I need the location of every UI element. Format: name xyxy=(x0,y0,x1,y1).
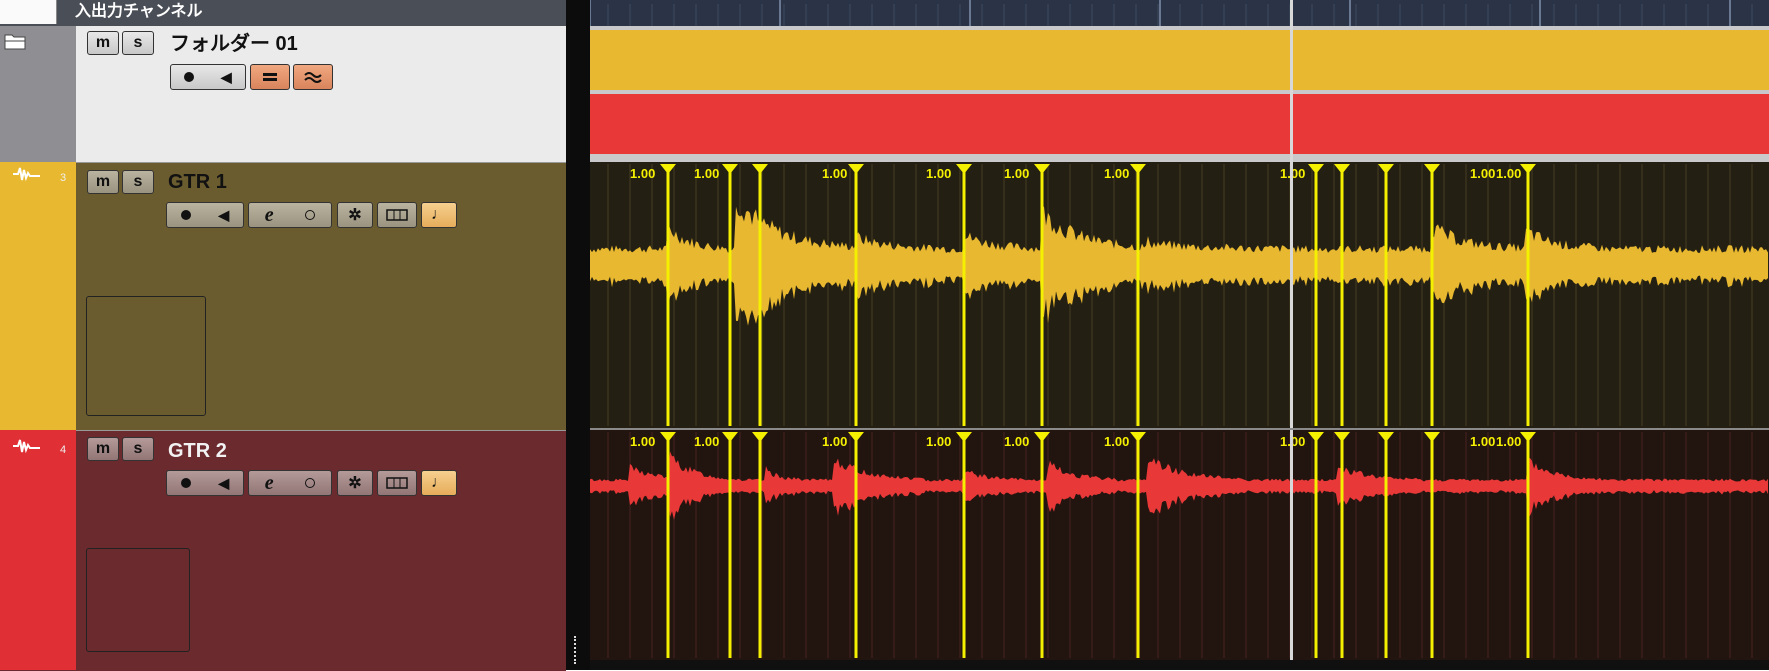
track-number: 4 xyxy=(60,444,67,456)
lanes-button[interactable] xyxy=(377,202,417,228)
folder-part-yellow[interactable] xyxy=(590,30,1769,90)
wave-icon xyxy=(304,72,322,83)
track-color-bar xyxy=(0,162,10,430)
warp-marker-label: 1.00 xyxy=(1004,166,1029,181)
read-icon[interactable] xyxy=(305,478,316,488)
edit-channel-icon[interactable]: e xyxy=(265,472,274,495)
edit-group: e xyxy=(248,202,332,228)
folder-part-red[interactable] xyxy=(590,94,1769,154)
project-cursor[interactable] xyxy=(1290,0,1293,670)
freeze-button[interactable]: ✲ xyxy=(337,470,373,496)
mute-button[interactable]: m xyxy=(87,437,119,461)
track-name[interactable]: GTR 1 xyxy=(168,170,227,194)
header-title: 入出力チャンネル xyxy=(75,3,203,20)
lanes-icon xyxy=(386,477,408,489)
warp-marker-label: 1.00 xyxy=(630,166,655,181)
musical-mode-button[interactable]: ♩ xyxy=(421,470,457,496)
monitor-icon[interactable]: ◀ xyxy=(218,475,229,492)
record-monitor-group: ◀ xyxy=(166,202,244,228)
monitor-icon[interactable]: ◀ xyxy=(218,207,229,224)
event-display[interactable]: 1.00 1.00 1.00 1.00 1.00 1.00 1.00 1.00 1.00 1.00… xyxy=(590,0,1769,670)
record-monitor-group: ◀ xyxy=(166,470,244,496)
lanes-icon xyxy=(386,209,408,221)
warp-marker-label: 1.00 xyxy=(822,166,847,181)
note-icon: ♩ xyxy=(431,206,447,223)
record-monitor-group: ◀ xyxy=(170,64,246,90)
track-gtr2-left xyxy=(0,430,76,670)
warp-marker-label: 1.00 xyxy=(926,166,951,181)
mute-button[interactable]: m xyxy=(87,31,119,55)
track-picture[interactable] xyxy=(86,548,190,652)
equal-icon xyxy=(263,73,277,81)
mute-button[interactable]: m xyxy=(87,170,119,194)
warp-marker-label: 1.00 xyxy=(630,434,655,449)
warp-marker-label: 1.00 xyxy=(1104,166,1129,181)
musical-mode-button[interactable]: ♩ xyxy=(421,202,457,228)
header-toggle[interactable] xyxy=(0,0,57,24)
warp-button[interactable] xyxy=(293,64,333,90)
read-icon[interactable] xyxy=(305,210,316,220)
track-number: 3 xyxy=(60,172,67,184)
record-icon[interactable] xyxy=(184,72,195,82)
freeze-button[interactable]: ✲ xyxy=(337,202,373,228)
track-name[interactable]: GTR 2 xyxy=(168,439,227,463)
lane-separator xyxy=(590,428,1769,430)
lock-button[interactable] xyxy=(250,64,290,90)
monitor-icon[interactable]: ◀ xyxy=(221,69,232,86)
note-icon: ♩ xyxy=(431,474,447,491)
warp-marker-label: 1.00 xyxy=(1496,166,1521,181)
lane-bottom xyxy=(590,660,1769,670)
freeze-icon: ✲ xyxy=(348,475,362,492)
record-icon[interactable] xyxy=(180,478,191,488)
warp-marker-label: 1.00 xyxy=(1470,166,1495,181)
edit-group: e xyxy=(248,470,332,496)
warp-marker-label: 1.00 xyxy=(1104,434,1129,449)
warp-marker-label: 1.00 xyxy=(926,434,951,449)
track-picture[interactable] xyxy=(86,296,206,416)
freeze-icon: ✲ xyxy=(348,207,362,224)
warp-marker-label: 1.00 xyxy=(694,434,719,449)
solo-button[interactable]: s xyxy=(122,170,154,194)
track-gtr2[interactable] xyxy=(0,430,566,671)
warp-marker-label: 1.00 xyxy=(822,434,847,449)
folder-name[interactable]: フォルダー 01 xyxy=(170,32,298,56)
track-gtr1-left xyxy=(10,162,76,430)
edit-channel-icon[interactable]: e xyxy=(265,204,274,227)
audio-track-icon xyxy=(12,166,42,182)
audio-track-icon xyxy=(12,438,42,454)
track-list-divider[interactable] xyxy=(566,0,590,670)
warp-marker-label: 1.00 xyxy=(1496,434,1521,449)
lanes-button[interactable] xyxy=(377,470,417,496)
warp-marker-label: 1.00 xyxy=(1004,434,1029,449)
warp-marker-label: 1.00 xyxy=(694,166,719,181)
folder-icon xyxy=(4,32,26,50)
warp-marker-label: 1.00 xyxy=(1470,434,1495,449)
solo-button[interactable]: s xyxy=(122,31,154,55)
record-icon[interactable] xyxy=(180,210,191,220)
solo-button[interactable]: s xyxy=(122,437,154,461)
